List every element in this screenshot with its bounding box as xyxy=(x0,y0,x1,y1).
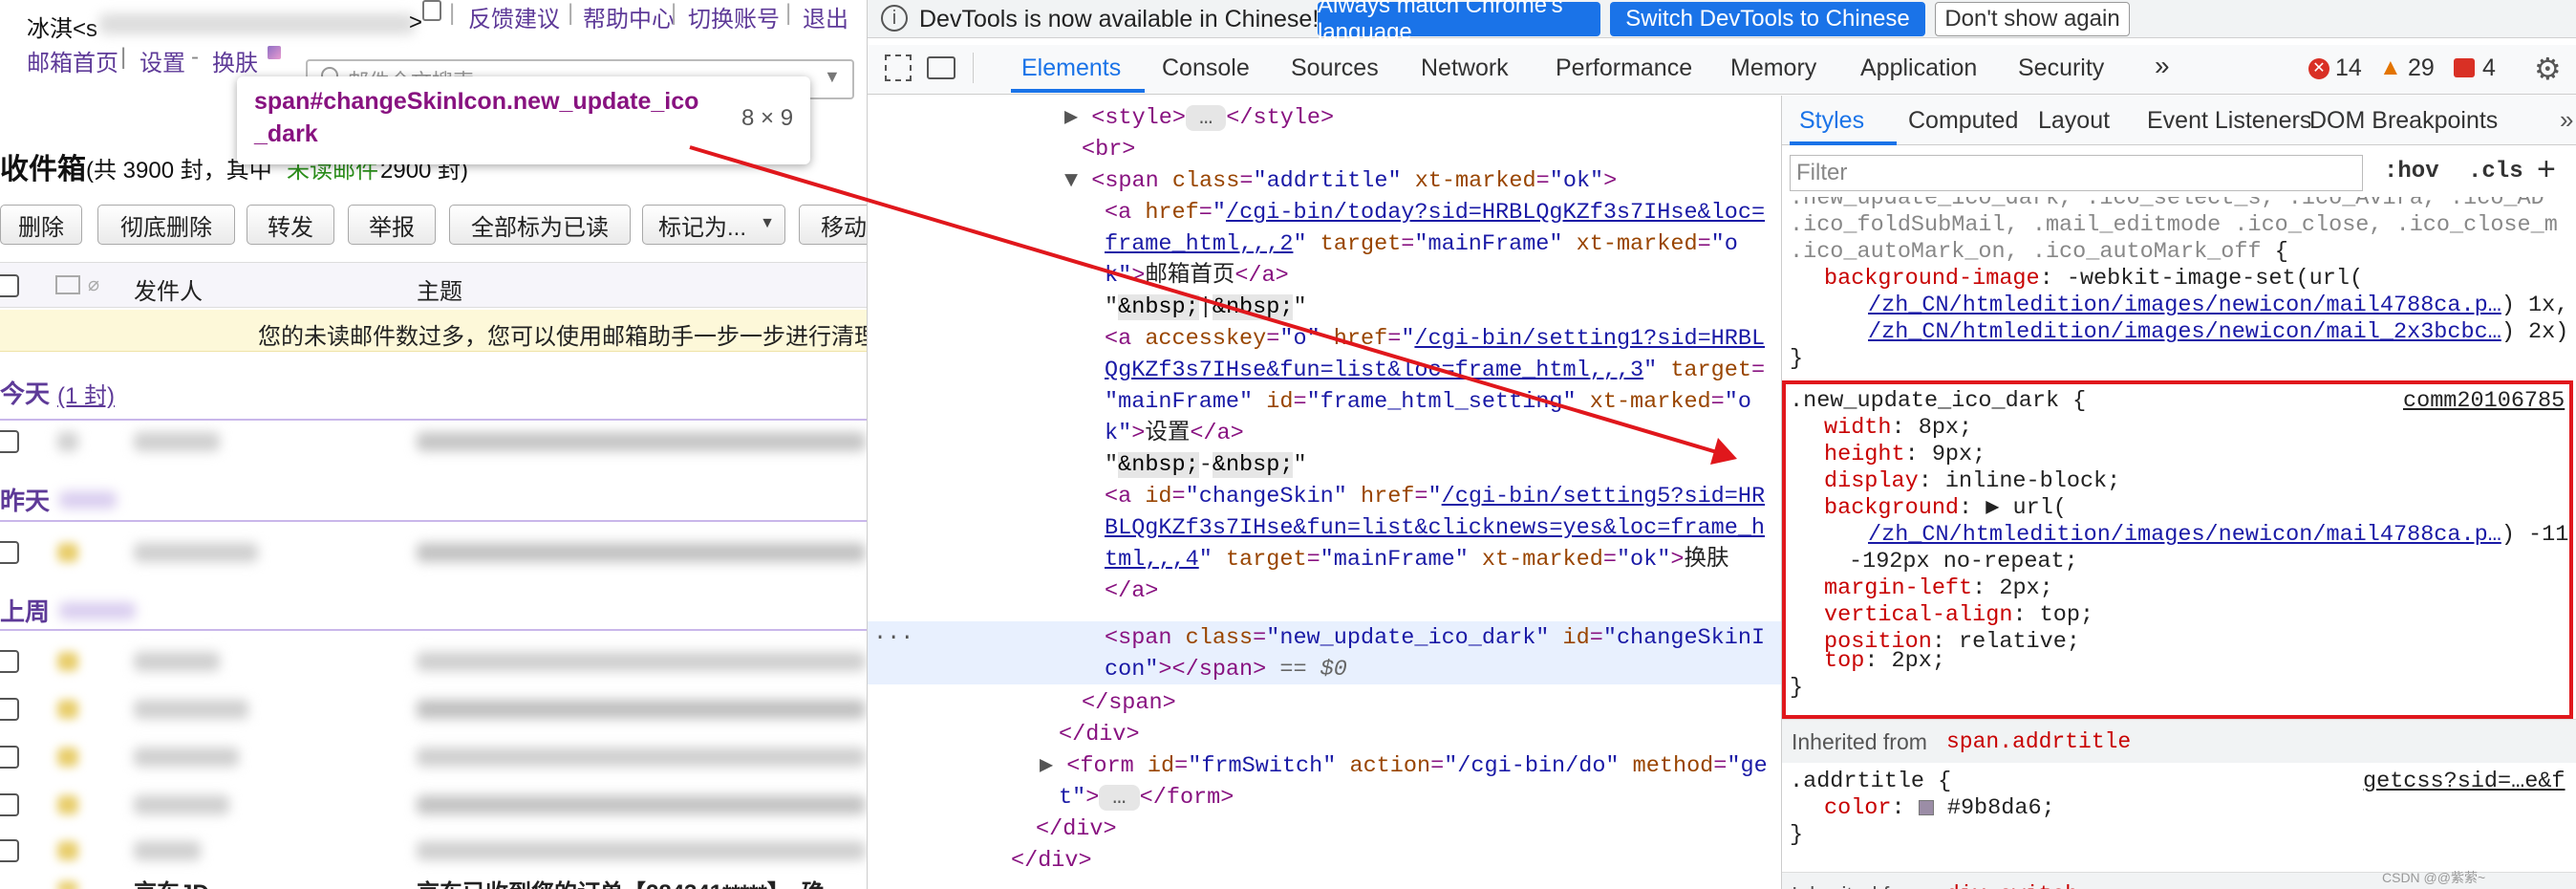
arrow-line xyxy=(689,145,1721,455)
annotation-arrow xyxy=(689,145,1737,465)
arrowhead xyxy=(1710,438,1737,465)
